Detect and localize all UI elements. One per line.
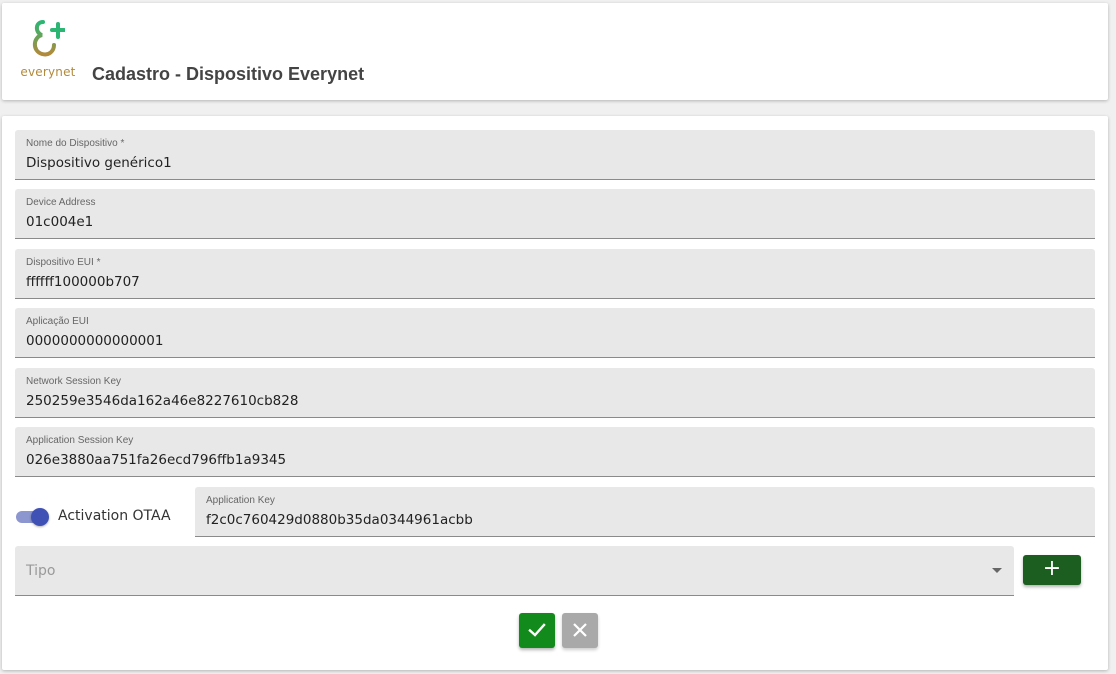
application-eui-field[interactable]: Aplicação EUI 0000000000000001 xyxy=(15,308,1095,358)
application-key-field[interactable]: Application Key f2c0c760429d0880b35da034… xyxy=(195,487,1095,537)
logo-text: everynet xyxy=(20,65,76,79)
confirm-button[interactable] xyxy=(519,613,555,648)
field-value[interactable]: ffffff100000b707 xyxy=(26,274,140,290)
close-icon xyxy=(573,623,587,637)
page-title: Cadastro - Dispositivo Everynet xyxy=(92,64,365,84)
field-value[interactable]: 0000000000000001 xyxy=(26,333,163,349)
plus-icon: + xyxy=(1042,556,1062,581)
dropdown-arrow-icon[interactable] xyxy=(992,568,1002,573)
field-label: Dispositivo EUI * xyxy=(26,257,101,268)
device-form: Nome do Dispositivo * Dispositivo genéri… xyxy=(2,116,1108,670)
activation-otaa-toggle[interactable] xyxy=(16,507,52,527)
field-label: Application Session Key xyxy=(26,435,134,446)
field-value[interactable]: 01c004e1 xyxy=(26,214,93,230)
device-name-field[interactable]: Nome do Dispositivo * Dispositivo genéri… xyxy=(15,130,1095,180)
field-label: Nome do Dispositivo * xyxy=(26,138,125,149)
field-label: Application Key xyxy=(206,495,275,506)
device-address-field[interactable]: Device Address 01c004e1 xyxy=(15,189,1095,239)
field-value[interactable]: 250259e3546da162a46e8227610cb828 xyxy=(26,393,298,409)
application-session-key-field[interactable]: Application Session Key 026e3880aa751fa2… xyxy=(15,427,1095,477)
device-eui-field[interactable]: Dispositivo EUI * ffffff100000b707 xyxy=(15,249,1095,299)
field-label: Network Session Key xyxy=(26,376,122,387)
toggle-thumb[interactable] xyxy=(31,508,49,526)
everynet-logo: everynet xyxy=(19,18,77,82)
field-value[interactable]: Dispositivo genérico1 xyxy=(26,155,172,171)
field-label: Device Address xyxy=(26,197,96,208)
logo-ampersand-plus-icon xyxy=(32,20,65,57)
check-icon xyxy=(528,623,546,637)
header-bar: everynet Cadastro - Dispositivo Everynet xyxy=(2,3,1108,100)
field-label: Aplicação EUI xyxy=(26,316,89,327)
field-value[interactable]: 026e3880aa751fa26ecd796ffb1a9345 xyxy=(26,452,286,468)
add-tipo-button[interactable]: + xyxy=(1023,555,1081,585)
network-session-key-field[interactable]: Network Session Key 250259e3546da162a46e… xyxy=(15,368,1095,418)
field-value[interactable]: f2c0c760429d0880b35da0344961acbb xyxy=(206,512,473,528)
tipo-placeholder: Tipo xyxy=(26,563,56,579)
activation-otaa-label: Activation OTAA xyxy=(58,508,171,524)
tipo-select[interactable]: Tipo xyxy=(15,546,1014,596)
cancel-button[interactable] xyxy=(562,613,598,648)
